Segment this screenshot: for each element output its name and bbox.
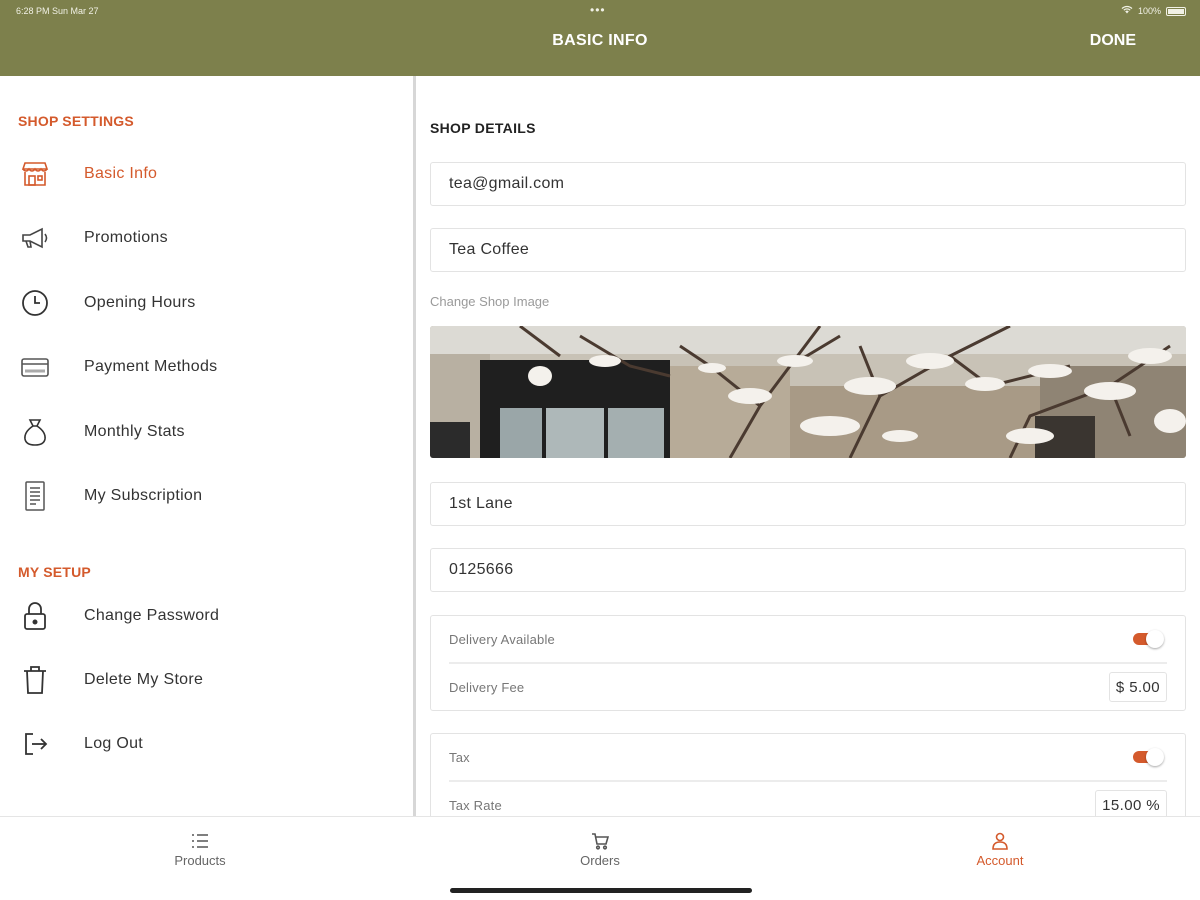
delivery-card: Delivery Available Delivery Fee $ 5.00 (430, 615, 1186, 711)
credit-card-icon (19, 351, 51, 383)
change-shop-image-link[interactable]: Change Shop Image (430, 294, 549, 309)
status-bar: 6:28 PM Sun Mar 27 ••• 100% (0, 0, 1200, 22)
tab-products[interactable]: Products (100, 831, 300, 868)
settings-sidebar: SHOP SETTINGS Basic Info Promotions Open… (0, 76, 413, 816)
sidebar-item-label: Opening Hours (84, 294, 196, 311)
phone-input[interactable] (431, 549, 1185, 591)
status-time: 6:28 PM Sun Mar 27 (16, 6, 99, 16)
sidebar-item-my-subscription[interactable]: My Subscription (0, 469, 413, 523)
tax-toggle[interactable] (1133, 748, 1165, 766)
sidebar-item-label: Log Out (84, 735, 144, 752)
battery-percent: 100% (1137, 6, 1161, 16)
cart-icon (500, 831, 700, 851)
sidebar-item-opening-hours[interactable]: Opening Hours (0, 276, 413, 330)
list-icon (100, 831, 300, 851)
wifi-icon (1121, 5, 1133, 17)
delivery-available-label: Delivery Available (449, 632, 555, 647)
sidebar-item-label: Payment Methods (84, 358, 218, 375)
trash-icon (19, 664, 51, 696)
tab-label: Account (976, 853, 1024, 868)
email-input[interactable] (431, 163, 1185, 205)
clock-icon (19, 287, 51, 319)
done-button[interactable]: DONE (1090, 32, 1136, 50)
status-indicators: 100% (1121, 5, 1186, 17)
sidebar-item-label: Basic Info (84, 165, 158, 182)
tax-row: Tax (431, 734, 1185, 780)
sidebar-item-payment-methods[interactable]: Payment Methods (0, 340, 413, 394)
multitasking-dots[interactable]: ••• (590, 3, 606, 17)
shop-name-field[interactable] (430, 228, 1186, 272)
my-setup-header: MY SETUP (18, 564, 91, 580)
address-field[interactable] (430, 482, 1186, 526)
shop-details-title: SHOP DETAILS (430, 120, 536, 136)
sidebar-item-label: Monthly Stats (84, 423, 185, 440)
money-bag-icon (19, 416, 51, 448)
page-title: BASIC INFO (552, 32, 648, 49)
tab-account[interactable]: Account (900, 831, 1100, 868)
tax-rate-label: Tax Rate (449, 798, 502, 813)
phone-field[interactable] (430, 548, 1186, 592)
sidebar-item-promotions[interactable]: Promotions (0, 211, 413, 265)
sidebar-item-delete-my-store[interactable]: Delete My Store (0, 653, 413, 707)
delivery-fee-input[interactable]: $ 5.00 (1108, 672, 1167, 702)
tax-label: Tax (449, 750, 470, 765)
tax-rate-input[interactable]: 15.00 % (1095, 790, 1167, 816)
megaphone-icon (19, 222, 51, 254)
tab-label: Products (174, 853, 226, 868)
sidebar-item-log-out[interactable]: Log Out (0, 717, 413, 771)
sidebar-item-label: My Subscription (84, 487, 203, 504)
lock-icon (19, 600, 51, 632)
sidebar-item-monthly-stats[interactable]: Monthly Stats (0, 405, 413, 459)
tax-rate-row: Tax Rate 15.00 % (449, 780, 1167, 816)
email-field[interactable] (430, 162, 1186, 206)
delivery-fee-label: Delivery Fee (449, 680, 525, 695)
tax-card: Tax Tax Rate 15.00 % (430, 733, 1186, 816)
address-input[interactable] (431, 483, 1185, 525)
shop-image[interactable] (430, 326, 1186, 458)
delivery-fee-row: Delivery Fee $ 5.00 (449, 662, 1167, 708)
basic-info-panel: SHOP DETAILS Change Shop Image (416, 76, 1200, 816)
delivery-available-toggle[interactable] (1133, 630, 1165, 648)
sidebar-item-change-password[interactable]: Change Password (0, 589, 413, 643)
sidebar-item-label: Delete My Store (84, 671, 204, 688)
logout-icon (19, 728, 51, 760)
sidebar-item-basic-info[interactable]: Basic Info (0, 147, 413, 201)
battery-icon (1166, 6, 1186, 16)
delivery-available-row: Delivery Available (431, 616, 1185, 662)
document-icon (19, 480, 51, 512)
sidebar-item-label: Change Password (84, 607, 220, 624)
shop-name-input[interactable] (431, 229, 1185, 271)
shop-settings-header: SHOP SETTINGS (18, 113, 134, 129)
top-navigation-bar: 6:28 PM Sun Mar 27 ••• 100% BASIC INFO D… (0, 0, 1200, 76)
tab-label: Orders (580, 853, 620, 868)
tab-orders[interactable]: Orders (500, 831, 700, 868)
sidebar-item-label: Promotions (84, 229, 168, 246)
storefront-icon (19, 158, 51, 190)
person-icon (900, 831, 1100, 851)
home-indicator[interactable] (450, 888, 752, 893)
